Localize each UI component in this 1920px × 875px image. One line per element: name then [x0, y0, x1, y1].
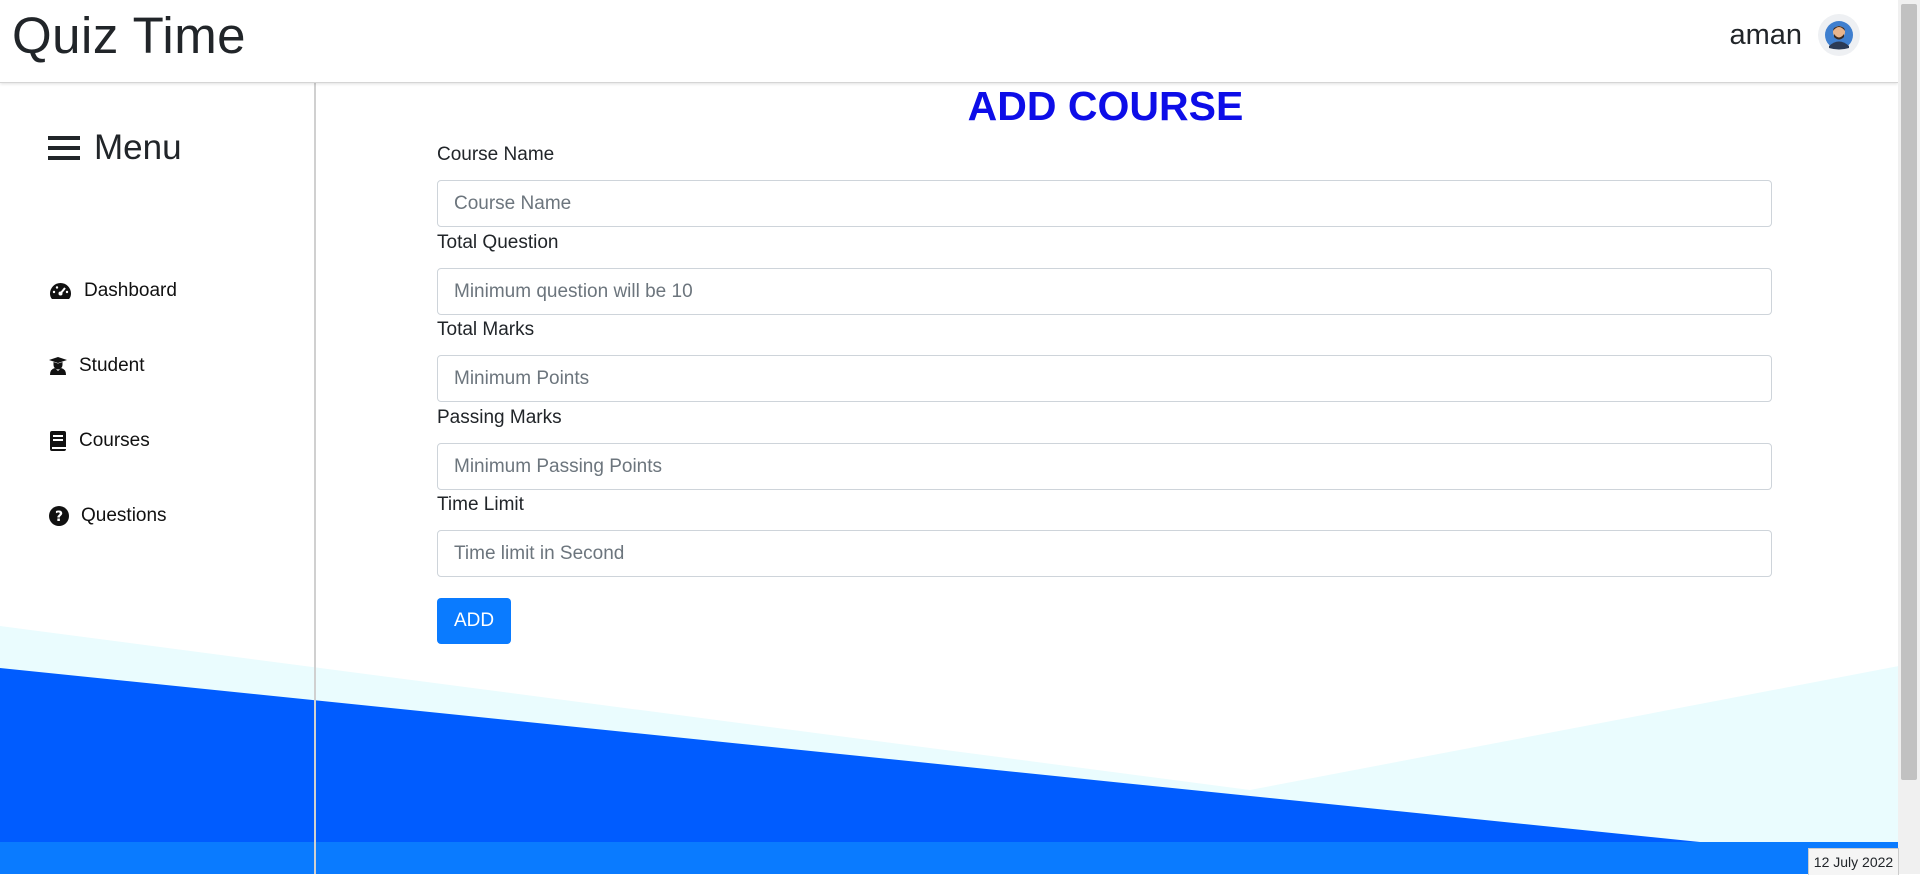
sidebar-item-dashboard[interactable]: Dashboard [49, 280, 177, 302]
sidebar-item-label: Questions [81, 505, 167, 526]
sidebar-item-questions[interactable]: ? Questions [49, 505, 167, 527]
username-label: aman [1729, 18, 1802, 51]
time-limit-label: Time Limit [437, 494, 524, 515]
total-marks-input[interactable] [437, 355, 1772, 402]
scrollbar[interactable] [1898, 0, 1920, 874]
page-title: ADD COURSE [967, 83, 1244, 129]
sidebar-item-student[interactable]: Student [49, 355, 145, 377]
brand-title: Quiz Time [12, 7, 247, 64]
passing-marks-input[interactable] [437, 443, 1772, 490]
passing-marks-label: Passing Marks [437, 407, 562, 428]
user-profile[interactable]: aman [1729, 14, 1860, 56]
question-circle-icon: ? [49, 506, 69, 526]
sidebar-item-label: Student [79, 355, 145, 376]
course-name-input[interactable] [437, 180, 1772, 227]
menu-toggle[interactable]: Menu [48, 128, 182, 168]
total-question-input[interactable] [437, 268, 1772, 315]
hamburger-icon [48, 136, 80, 160]
avatar-icon [1825, 21, 1853, 50]
sidebar-item-label: Dashboard [84, 280, 177, 301]
total-question-label: Total Question [437, 232, 559, 253]
menu-label: Menu [94, 128, 182, 167]
book-icon [50, 431, 66, 451]
course-name-label: Course Name [437, 144, 555, 165]
add-button[interactable]: ADD [437, 598, 511, 644]
svg-text:?: ? [55, 509, 63, 525]
avatar[interactable] [1818, 14, 1860, 56]
dashboard-icon [50, 283, 71, 299]
time-limit-input[interactable] [437, 530, 1772, 577]
date-badge: 12 July 2022 [1808, 848, 1899, 875]
sidebar-item-courses[interactable]: Courses [49, 430, 150, 452]
total-marks-label: Total Marks [437, 319, 535, 340]
top-header: Quiz Time aman [0, 0, 1898, 83]
scrollbar-thumb[interactable] [1901, 4, 1917, 780]
sidebar-item-label: Courses [79, 430, 150, 451]
student-icon [49, 357, 67, 375]
sidebar: Menu Dashboard Student Courses ? Questio… [0, 82, 316, 874]
